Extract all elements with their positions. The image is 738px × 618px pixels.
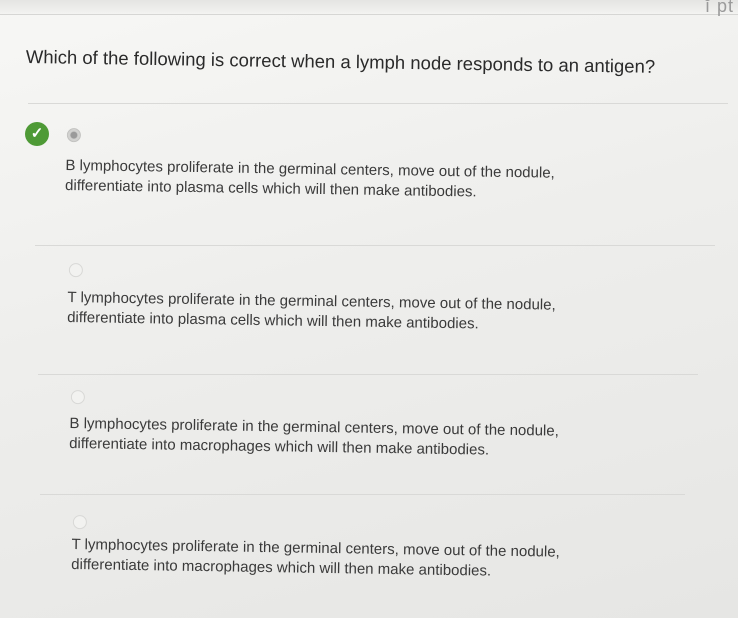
answer-option-1[interactable]: B lymphocytes proliferate in the germina… [65, 128, 666, 200]
radio-button[interactable] [68, 263, 83, 278]
answer-option-2[interactable]: T lymphocytes proliferate in the germina… [67, 263, 668, 332]
radio-button[interactable] [70, 390, 85, 405]
question-text: Which of the following is correct when a… [25, 46, 656, 77]
divider [35, 245, 715, 246]
answer-option-4-text: T lymphocytes proliferate in the germina… [71, 535, 560, 580]
answer-option-3-text: B lymphocytes proliferate in the germina… [69, 414, 559, 459]
divider [40, 494, 685, 495]
answer-option-1-text: B lymphocytes proliferate in the germina… [64, 156, 555, 201]
page-top-edge [0, 0, 738, 15]
check-circle-icon: ✓ [25, 122, 49, 146]
radio-button-selected[interactable] [66, 128, 81, 143]
answer-option-3[interactable]: B lymphocytes proliferate in the germina… [69, 390, 670, 459]
points-label: ĭ pt [704, 0, 734, 16]
answer-option-2-text: T lymphocytes proliferate in the germina… [67, 288, 556, 333]
answer-option-4[interactable]: T lymphocytes proliferate in the germina… [71, 515, 672, 580]
divider [28, 103, 728, 104]
divider [38, 374, 698, 375]
radio-button[interactable] [72, 515, 87, 530]
